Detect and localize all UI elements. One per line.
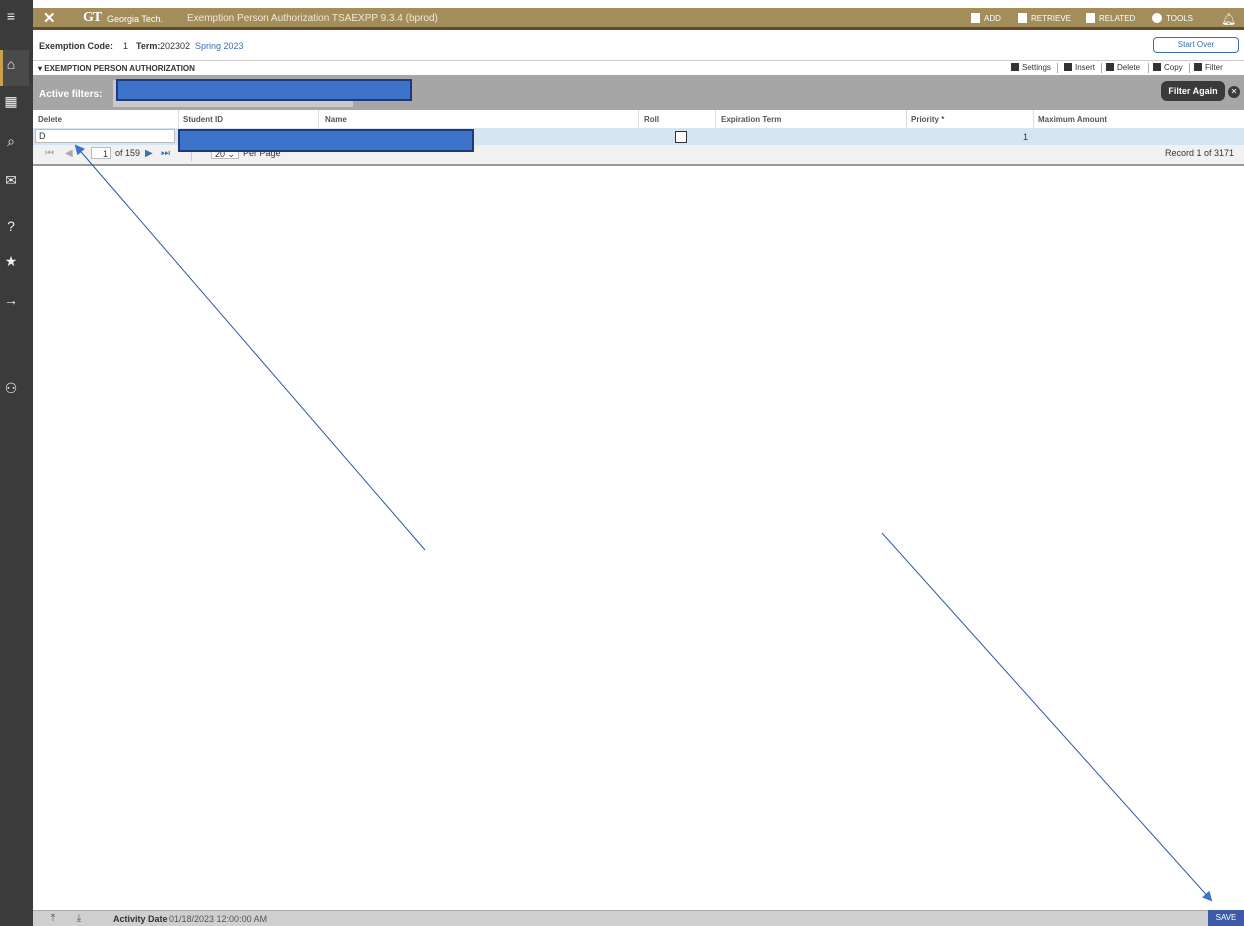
filter-button[interactable]: Filter (1194, 63, 1223, 72)
term-label: Term: (136, 41, 161, 51)
delete-field[interactable]: D (35, 129, 175, 143)
section-header: ▾ EXEMPTION PERSON AUTHORIZATION Setting… (33, 60, 1244, 76)
retrieve-icon (1018, 13, 1027, 23)
column-header[interactable]: Name (325, 115, 347, 124)
menu-icon[interactable]: ≡ (0, 8, 22, 24)
logo-text: Georgia Tech. (107, 14, 163, 24)
first-page-icon[interactable]: ⏮ (45, 148, 54, 159)
column-header[interactable]: Roll (644, 115, 659, 124)
related-button[interactable]: RELATED (1086, 13, 1135, 23)
page-count: of 159 (115, 148, 141, 158)
grid-header: Delete Student ID Name Roll Expiration T… (33, 110, 1244, 129)
column-divider (906, 110, 907, 128)
activity-date-value: 01/18/2023 12:00:00 AM (169, 914, 268, 924)
notification-icon[interactable]: ✉ (0, 172, 22, 188)
page-title: Exemption Person Authorization TSAEXPP 9… (187, 13, 438, 24)
signout-icon[interactable]: → (0, 292, 22, 308)
scroll-top-icon[interactable]: ⤒ (43, 912, 63, 926)
search-icon[interactable]: ⌕ (0, 133, 22, 149)
activity-date-label: Activity Date (113, 914, 168, 924)
copy-icon (1153, 63, 1161, 71)
column-header[interactable]: Student ID (183, 115, 223, 124)
retrieve-button[interactable]: RETRIEVE (1018, 13, 1071, 23)
key-block: Exemption Code: 1 Term: 202302 Spring 20… (33, 33, 1244, 59)
column-divider (178, 110, 179, 128)
bell-icon[interactable]: 🔔︎ (1221, 12, 1236, 26)
active-filters-label: Active filters: (39, 89, 103, 100)
last-page-icon[interactable]: ⏭ (161, 148, 170, 159)
tools-button[interactable]: TOOLS (1152, 13, 1193, 23)
clear-filters-icon[interactable]: ✕ (1228, 86, 1240, 98)
priority-value[interactable]: 1 (1023, 132, 1028, 142)
term-description: Spring 2023 (195, 41, 244, 51)
term-value: 202302 (160, 41, 191, 51)
next-page-icon[interactable]: ▶ (145, 148, 153, 159)
annotation-arrow-to-save (881, 532, 1213, 902)
star-icon[interactable]: ★ (0, 253, 22, 269)
home-icon[interactable]: ⌂ (0, 56, 22, 72)
roll-checkbox[interactable] (675, 131, 687, 143)
start-over-button[interactable]: Start Over (1153, 37, 1239, 53)
add-icon (971, 13, 980, 23)
copy-button[interactable]: Copy (1153, 63, 1183, 72)
filter-icon (1194, 63, 1202, 71)
exemption-code-value: 1 (123, 41, 129, 51)
column-header[interactable]: Priority * (911, 115, 944, 124)
page-number-input[interactable]: 1 (91, 147, 111, 159)
filter-again-button[interactable]: Filter Again (1161, 81, 1225, 101)
gear-icon (1152, 13, 1162, 23)
gear-icon (1011, 63, 1019, 71)
close-icon[interactable]: ✕ (43, 9, 56, 27)
app-header: ✕ GT Georgia Tech. Exemption Person Auth… (33, 8, 1244, 30)
delete-icon (1106, 63, 1114, 71)
divider (1057, 63, 1058, 73)
georgia-tech-logo: GT (83, 10, 102, 25)
column-header[interactable]: Maximum Amount (1038, 115, 1107, 124)
status-footer: ⤒ ⤓ Activity Date 01/18/2023 12:00:00 AM (33, 910, 1244, 926)
column-divider (715, 110, 716, 128)
add-button[interactable]: ADD (971, 13, 1001, 23)
exemption-code-label: Exemption Code: (39, 41, 114, 51)
divider (1189, 63, 1190, 73)
delete-button[interactable]: Delete (1106, 63, 1140, 72)
column-divider (1033, 110, 1034, 128)
scroll-bottom-icon[interactable]: ⤓ (69, 912, 89, 926)
column-header[interactable]: Delete (38, 115, 62, 124)
user-icon[interactable]: ⚇ (0, 380, 22, 396)
column-header[interactable]: Expiration Term (721, 115, 781, 124)
divider (1148, 63, 1149, 73)
left-sidebar: ≡ ⌂ ▦ ⌕ ✉ ? ★ → ⚇ (0, 0, 33, 926)
help-icon[interactable]: ? (0, 218, 22, 234)
column-divider (638, 110, 639, 128)
column-divider (318, 110, 319, 128)
record-count: Record 1 of 3171 (1165, 148, 1235, 158)
settings-button[interactable]: Settings (1011, 63, 1051, 72)
section-title[interactable]: ▾ EXEMPTION PERSON AUTHORIZATION (38, 64, 195, 73)
save-button[interactable]: SAVE (1208, 910, 1244, 926)
redaction-box (116, 79, 412, 101)
insert-button[interactable]: Insert (1064, 63, 1095, 72)
divider (1101, 63, 1102, 73)
grid-icon[interactable]: ▦ (0, 93, 22, 109)
related-icon (1086, 13, 1095, 23)
annotation-arrow-to-delete-field (74, 144, 426, 551)
prev-page-icon[interactable]: ◀ (65, 148, 73, 159)
insert-icon (1064, 63, 1072, 71)
redaction-box (178, 129, 474, 152)
